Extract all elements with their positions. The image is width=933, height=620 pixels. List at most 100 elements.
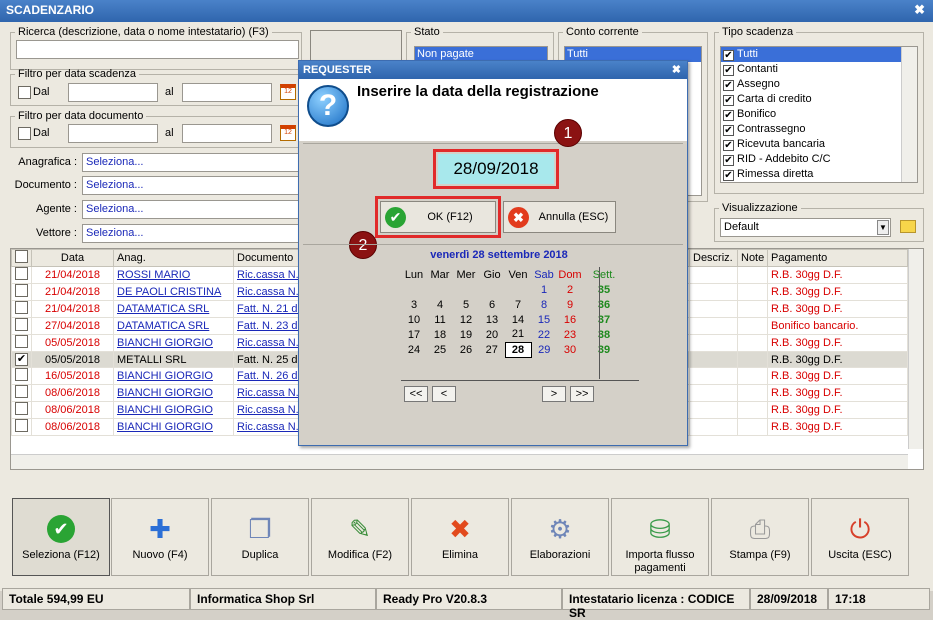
- checkbox-checked-icon[interactable]: ✔: [723, 95, 734, 106]
- row-doc[interactable]: Fatt. N. 26 de: [233, 367, 302, 385]
- calendar-prev-month-button[interactable]: <: [432, 386, 456, 402]
- list-item[interactable]: ✔ Assegno: [721, 77, 901, 92]
- row-anag[interactable]: DATAMATICA SRL: [113, 300, 234, 318]
- row-doc[interactable]: Ric.cassa N.: [233, 266, 302, 284]
- row-anag-link[interactable]: BIANCHI GIORGIO: [117, 387, 213, 399]
- header-pagamento[interactable]: Pagamento: [767, 249, 908, 267]
- calendar-day[interactable]: 8: [531, 297, 557, 312]
- toolbar-button-exit[interactable]: ⏻ Uscita (ESC): [811, 498, 909, 576]
- calendar-day[interactable]: 18: [427, 327, 453, 342]
- filter-due-from-input[interactable]: [68, 83, 158, 102]
- row-anag-link[interactable]: BIANCHI GIORGIO: [117, 404, 213, 416]
- calendar-icon[interactable]: 12: [280, 125, 296, 141]
- row-anag-link[interactable]: DE PAOLI CRISTINA: [117, 286, 221, 298]
- header-anag[interactable]: Anag.: [113, 249, 234, 267]
- row-anag[interactable]: METALLI SRL: [113, 351, 234, 368]
- row-doc-link[interactable]: Ric.cassa N.: [237, 404, 299, 416]
- toolbar-button-duplicate[interactable]: ❐ Duplica: [211, 498, 309, 576]
- row-doc-link[interactable]: Ric.cassa N.: [237, 286, 299, 298]
- search-input[interactable]: [16, 40, 299, 59]
- calendar-day[interactable]: 5: [453, 297, 479, 312]
- row-doc-link[interactable]: Fatt. N. 21 de: [237, 303, 301, 315]
- calendar-day[interactable]: 20: [479, 327, 505, 342]
- checkbox-checked-icon[interactable]: ✔: [723, 80, 734, 91]
- calendar-day[interactable]: 28: [504, 341, 532, 358]
- row-doc[interactable]: Ric.cassa N.: [233, 283, 302, 301]
- row-doc-link[interactable]: Ric.cassa N.: [237, 421, 299, 433]
- calendar-day[interactable]: 12: [453, 312, 479, 327]
- checkbox-checked-icon[interactable]: ✔: [723, 65, 734, 76]
- calendar-day[interactable]: 10: [401, 312, 427, 327]
- row-doc[interactable]: Fatt. N. 21 de: [233, 300, 302, 318]
- row-checkbox[interactable]: [11, 300, 32, 318]
- row-checkbox[interactable]: [11, 384, 32, 402]
- list-item[interactable]: ✔ Contrassegno: [721, 122, 901, 137]
- toolbar-button-edit[interactable]: ✎ Modifica (F2): [311, 498, 409, 576]
- agente-field[interactable]: Seleziona...: [82, 200, 302, 219]
- row-anag-link[interactable]: BIANCHI GIORGIO: [117, 337, 213, 349]
- row-doc[interactable]: Ric.cassa N.: [233, 334, 302, 352]
- calendar-day[interactable]: 7: [505, 297, 531, 312]
- calendar-day[interactable]: 22: [531, 327, 557, 342]
- calendar-day[interactable]: 19: [453, 327, 479, 342]
- calendar-day[interactable]: 2: [557, 282, 583, 297]
- filter-due-checkbox[interactable]: [18, 86, 31, 99]
- folder-icon[interactable]: [900, 220, 916, 233]
- calendar-next-year-button[interactable]: >>: [570, 386, 594, 402]
- row-doc-link[interactable]: Fatt. N. 26 de: [237, 370, 301, 382]
- row-doc-link[interactable]: Ric.cassa N.: [237, 269, 299, 281]
- checkbox-checked-icon[interactable]: ✔: [723, 50, 734, 61]
- list-item[interactable]: ✔ Carta di credito: [721, 92, 901, 107]
- list-item[interactable]: ✔ RID - Addebito C/C: [721, 152, 901, 167]
- checkbox-checked-icon[interactable]: ✔: [723, 140, 734, 151]
- list-item[interactable]: ✔ Contanti: [721, 62, 901, 77]
- close-icon[interactable]: ✖: [914, 2, 925, 18]
- row-checkbox[interactable]: [11, 334, 32, 352]
- calendar-next-month-button[interactable]: >: [542, 386, 566, 402]
- calendar-day[interactable]: 26: [453, 342, 479, 357]
- row-anag-link[interactable]: ROSSI MARIO: [117, 269, 190, 281]
- calendar-day[interactable]: 1: [531, 282, 557, 297]
- checkbox-checked-icon[interactable]: ✔: [723, 125, 734, 136]
- toolbar-button-import[interactable]: ⛁ Importa flusso pagamenti: [611, 498, 709, 576]
- documento-field[interactable]: Seleziona...: [82, 176, 302, 195]
- filter-due-to-input[interactable]: [182, 83, 272, 102]
- row-anag[interactable]: BIANCHI GIORGIO: [113, 384, 234, 402]
- row-checkbox[interactable]: [11, 266, 32, 284]
- toolbar-button-print[interactable]: ⎙ Stampa (F9): [711, 498, 809, 576]
- calendar-day[interactable]: 3: [401, 297, 427, 312]
- tipo-scrollbar[interactable]: [901, 47, 917, 182]
- row-anag-link[interactable]: DATAMATICA SRL: [117, 320, 209, 332]
- vettore-field[interactable]: Seleziona...: [82, 224, 302, 243]
- calendar-day[interactable]: 27: [479, 342, 505, 357]
- row-anag-link[interactable]: METALLI SRL: [117, 354, 187, 366]
- row-checkbox[interactable]: [11, 401, 32, 419]
- row-doc-link[interactable]: Fatt. N. 25 de: [237, 354, 301, 366]
- chevron-down-icon[interactable]: ▼: [877, 220, 889, 235]
- date-field[interactable]: 28/09/2018: [438, 154, 554, 184]
- ok-button[interactable]: ✔ OK (F12): [380, 201, 496, 233]
- calendar-day[interactable]: 13: [479, 312, 505, 327]
- row-doc[interactable]: Fatt. N. 25 de: [233, 351, 302, 368]
- checkbox-checked-icon[interactable]: ✔: [723, 110, 734, 121]
- row-anag[interactable]: BIANCHI GIORGIO: [113, 418, 234, 436]
- calendar-prev-year-button[interactable]: <<: [404, 386, 428, 402]
- row-anag[interactable]: DE PAOLI CRISTINA: [113, 283, 234, 301]
- header-documento[interactable]: Documento: [233, 249, 302, 267]
- row-doc-link[interactable]: Ric.cassa N.: [237, 387, 299, 399]
- toolbar-button-check[interactable]: ✔ Seleziona (F12): [12, 498, 110, 576]
- calendar-day[interactable]: 17: [401, 327, 427, 342]
- row-doc[interactable]: Fatt. N. 23 de: [233, 317, 302, 335]
- calendar-day[interactable]: 23: [557, 327, 583, 342]
- calendar-day[interactable]: 4: [427, 297, 453, 312]
- header-descrizione[interactable]: Descriz.: [689, 249, 738, 267]
- row-checkbox[interactable]: [11, 283, 32, 301]
- row-doc[interactable]: Ric.cassa N.: [233, 418, 302, 436]
- row-anag[interactable]: BIANCHI GIORGIO: [113, 401, 234, 419]
- header-select-all[interactable]: [11, 249, 32, 267]
- calendar-day[interactable]: 16: [557, 312, 583, 327]
- tipo-list[interactable]: ✔ Tutti ✔ Contanti ✔ Assegno ✔ Carta di credito…: [720, 46, 918, 183]
- calendar-day[interactable]: 6: [479, 297, 505, 312]
- toolbar-button-delete[interactable]: ✖ Elimina: [411, 498, 509, 576]
- grid-hscrollbar[interactable]: [11, 454, 908, 469]
